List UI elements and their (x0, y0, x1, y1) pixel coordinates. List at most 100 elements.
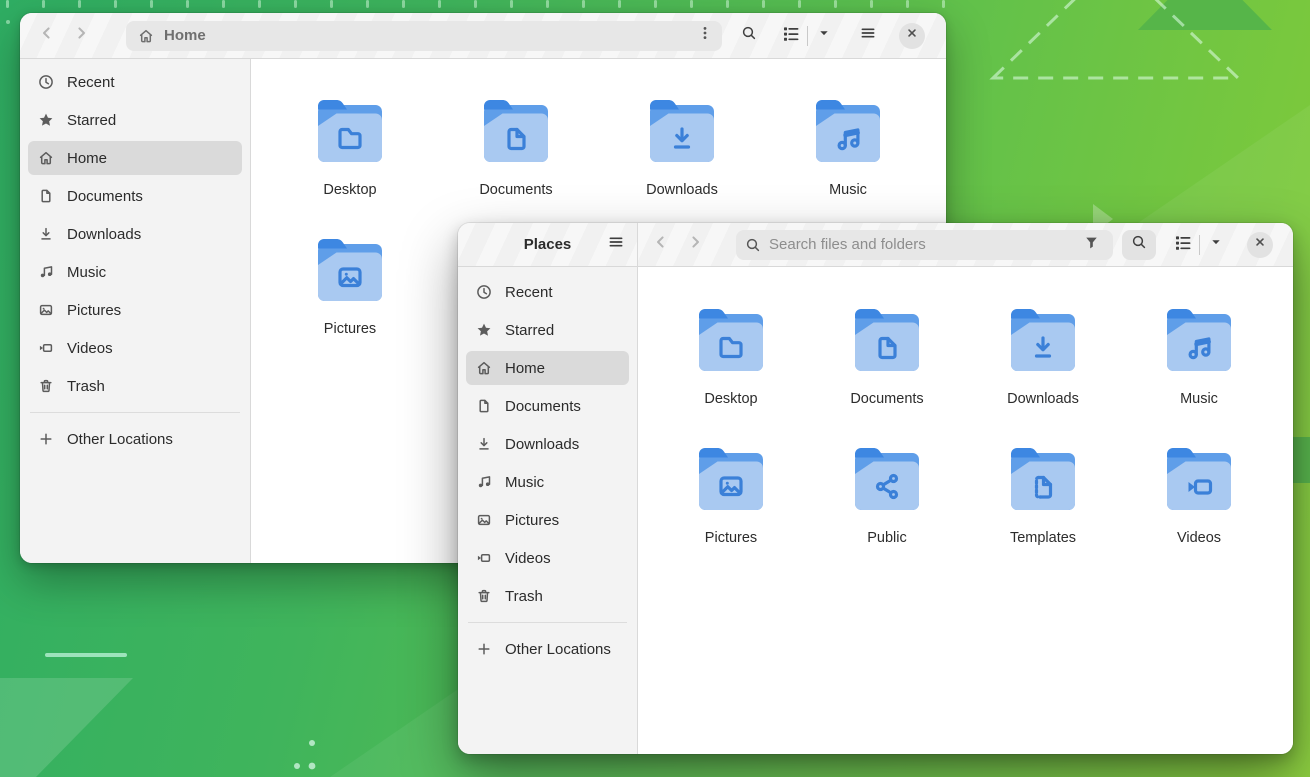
sidebar-item-documents[interactable]: Documents (28, 179, 242, 213)
clock-icon (476, 284, 492, 300)
sidebar-item-downloads[interactable]: Downloads (28, 217, 242, 251)
close-button[interactable] (899, 23, 925, 49)
folder-icon (310, 95, 390, 169)
menu-button[interactable] (851, 19, 885, 53)
folder-item-downloads[interactable]: Downloads (965, 304, 1121, 443)
sidebar-item-documents[interactable]: Documents (466, 389, 629, 423)
folder-item-public[interactable]: Public (809, 443, 965, 582)
view-dropdown-button[interactable] (811, 23, 837, 49)
folder-item-templates[interactable]: Templates (965, 443, 1121, 582)
music-icon (38, 264, 54, 280)
sidebar-separator (30, 412, 240, 413)
chevron-down-icon (1209, 235, 1223, 254)
home-icon (38, 150, 54, 166)
chevron-left-icon (39, 25, 55, 46)
list-view-button[interactable] (1170, 232, 1196, 258)
video-icon (476, 550, 492, 566)
folder-label: Downloads (1007, 391, 1079, 407)
search-input[interactable] (769, 236, 1078, 253)
sidebar-item-other-locations[interactable]: Other Locations (28, 422, 242, 456)
folder-item-music[interactable]: Music (765, 95, 931, 234)
folder-item-downloads[interactable]: Downloads (599, 95, 765, 234)
folder-label: Downloads (646, 182, 718, 198)
search-toggle-button[interactable] (1122, 230, 1156, 260)
folder-icon (310, 234, 390, 308)
folder-label: Templates (1010, 530, 1076, 546)
search-button[interactable] (732, 19, 766, 53)
sidebar-item-starred[interactable]: Starred (28, 103, 242, 137)
sidebar-item-label: Recent (505, 284, 553, 301)
divider (1199, 235, 1200, 255)
view-dropdown-button[interactable] (1203, 232, 1229, 258)
folder-item-pictures[interactable]: Pictures (267, 234, 433, 373)
sidebar-item-home[interactable]: Home (466, 351, 629, 385)
folder-icon (642, 95, 722, 169)
trash-icon (38, 378, 54, 394)
location-label: Home (164, 27, 692, 44)
hamburger-icon (860, 25, 876, 46)
folder-icon (847, 443, 927, 517)
sidebar-item-label: Pictures (67, 302, 121, 319)
back-button[interactable] (30, 19, 64, 53)
sidebar-item-recent[interactable]: Recent (28, 65, 242, 99)
sidebar-item-videos[interactable]: Videos (466, 541, 629, 575)
search-icon (741, 25, 757, 46)
chevron-right-icon (73, 25, 89, 46)
folder-item-music[interactable]: Music (1121, 304, 1277, 443)
close-button[interactable] (1247, 232, 1273, 258)
sidebar-item-downloads[interactable]: Downloads (466, 427, 629, 461)
folder-item-desktop[interactable]: Desktop (653, 304, 809, 443)
folder-icon (808, 95, 888, 169)
forward-button[interactable] (678, 228, 712, 262)
files-window-front: Places (458, 223, 1293, 754)
window-title: Places (524, 236, 572, 253)
folder-label: Public (867, 530, 907, 546)
star-icon (38, 112, 54, 128)
folder-item-documents[interactable]: Documents (433, 95, 599, 234)
folder-item-videos[interactable]: Videos (1121, 443, 1277, 582)
search-bar (736, 230, 1113, 260)
folder-item-pictures[interactable]: Pictures (653, 443, 809, 582)
chevron-right-icon (687, 234, 703, 255)
path-bar[interactable]: Home (126, 21, 722, 51)
sidebar-header: Places (458, 223, 638, 267)
desktop-background: Home (0, 0, 1310, 777)
folder-item-desktop[interactable]: Desktop (267, 95, 433, 234)
divider (807, 26, 808, 46)
folder-icon (476, 95, 556, 169)
sidebar-item-pictures[interactable]: Pictures (466, 503, 629, 537)
folder-label: Documents (850, 391, 923, 407)
location-menu-button[interactable] (692, 23, 718, 49)
image-icon (476, 512, 492, 528)
sidebar-item-label: Pictures (505, 512, 559, 529)
sidebar-item-videos[interactable]: Videos (28, 331, 242, 365)
folder-item-documents[interactable]: Documents (809, 304, 965, 443)
list-view-button[interactable] (778, 23, 804, 49)
sidebar-item-pictures[interactable]: Pictures (28, 293, 242, 327)
folder-label: Documents (479, 182, 552, 198)
funnel-icon (1084, 235, 1099, 255)
kebab-icon (697, 25, 713, 46)
sidebar-item-label: Recent (67, 74, 115, 91)
folder-icon (691, 443, 771, 517)
view-options (1170, 228, 1229, 262)
sidebar-item-recent[interactable]: Recent (466, 275, 629, 309)
sidebar-menu-button[interactable] (603, 232, 629, 258)
sidebar-item-label: Starred (505, 322, 554, 339)
forward-button[interactable] (64, 19, 98, 53)
sidebar-item-music[interactable]: Music (466, 465, 629, 499)
sidebar-item-label: Other Locations (67, 431, 173, 448)
sidebar-item-other-locations[interactable]: Other Locations (466, 632, 629, 666)
filter-button[interactable] (1078, 232, 1104, 258)
sidebar-item-trash[interactable]: Trash (466, 579, 629, 613)
sidebar: Recent Starred Home Documents Downloads … (20, 59, 251, 563)
sidebar-item-starred[interactable]: Starred (466, 313, 629, 347)
folder-label: Pictures (705, 530, 757, 546)
sidebar-item-music[interactable]: Music (28, 255, 242, 289)
back-button[interactable] (644, 228, 678, 262)
folder-icon (1159, 304, 1239, 378)
sidebar-item-trash[interactable]: Trash (28, 369, 242, 403)
download-icon (476, 436, 492, 452)
sidebar-item-home[interactable]: Home (28, 141, 242, 175)
view-options (778, 19, 837, 53)
